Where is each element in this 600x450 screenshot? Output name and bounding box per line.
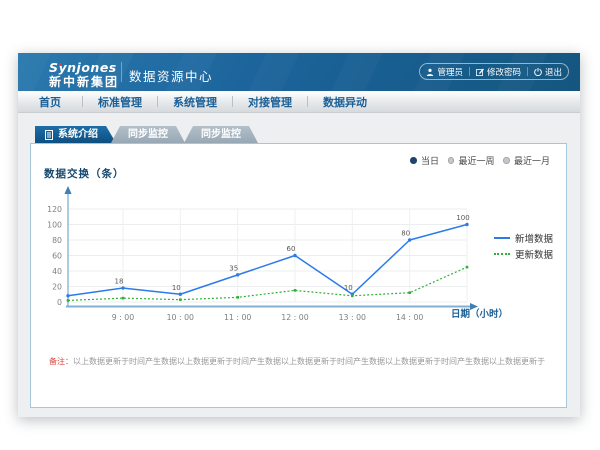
change-password-button[interactable]: 修改密码 bbox=[470, 66, 527, 78]
svg-text:35: 35 bbox=[229, 264, 238, 272]
nav-item-standard-mgmt[interactable]: 标准管理 bbox=[83, 94, 157, 110]
svg-text:0: 0 bbox=[57, 298, 62, 307]
user-menu[interactable]: 管理员 bbox=[420, 66, 469, 78]
tab-bar: 系统介绍 同步监控 同步监控 bbox=[35, 126, 258, 143]
legend-line-dotted-icon bbox=[494, 253, 510, 255]
main-nav: 首页 标准管理 系统管理 对接管理 数据异动 bbox=[18, 91, 580, 113]
svg-text:12 : 00: 12 : 00 bbox=[281, 313, 308, 322]
svg-text:80: 80 bbox=[52, 236, 62, 245]
tab-sync-monitor-1[interactable]: 同步监控 bbox=[111, 126, 185, 143]
chart-legend: 新增数据 更新数据 bbox=[494, 232, 553, 259]
logo-red-dot-icon bbox=[59, 63, 63, 67]
legend-line-solid-icon bbox=[494, 237, 510, 239]
content-area: 系统介绍 同步监控 同步监控 当日 最近一周 最近一月 数据交换 bbox=[18, 113, 580, 417]
logout-button[interactable]: 退出 bbox=[528, 66, 568, 78]
logo-text-cn: 新中新集团 bbox=[49, 76, 119, 90]
legend-item-new-data: 新增数据 bbox=[494, 232, 553, 243]
svg-text:120: 120 bbox=[47, 205, 62, 214]
page-title: 数据资源中心 bbox=[129, 66, 213, 85]
legend-item-update-data: 更新数据 bbox=[494, 248, 553, 259]
user-icon bbox=[426, 68, 434, 76]
company-logo: Synjones 新中新集团 bbox=[49, 58, 119, 90]
svg-text:100: 100 bbox=[456, 214, 469, 222]
svg-text:20: 20 bbox=[52, 282, 62, 291]
logo-text-en: Synjones bbox=[49, 61, 117, 75]
svg-text:11 : 00: 11 : 00 bbox=[224, 313, 251, 322]
nav-item-interface-mgmt[interactable]: 对接管理 bbox=[233, 94, 307, 110]
svg-text:100: 100 bbox=[47, 220, 62, 229]
header-divider bbox=[121, 62, 122, 82]
document-icon bbox=[45, 130, 53, 140]
chart-panel: 当日 最近一周 最近一月 数据交换（条） 0204060801001209 : … bbox=[30, 143, 567, 408]
edit-icon bbox=[476, 68, 484, 76]
tab-system-intro[interactable]: 系统介绍 bbox=[35, 126, 116, 143]
svg-text:9 : 00: 9 : 00 bbox=[112, 313, 135, 322]
app-header: Synjones 新中新集团 数据资源中心 管理员 修改密码 退出 bbox=[18, 53, 580, 91]
svg-text:10 : 00: 10 : 00 bbox=[167, 313, 194, 322]
svg-text:14 : 00: 14 : 00 bbox=[396, 313, 423, 322]
user-toolbar: 管理员 修改密码 退出 bbox=[419, 63, 569, 80]
footnote: 备注：以上数据更新于时间产生数据以上数据更新于时间产生数据以上数据更新于时间产生… bbox=[49, 356, 545, 367]
tab-sync-monitor-2[interactable]: 同步监控 bbox=[184, 126, 258, 143]
svg-text:13 : 00: 13 : 00 bbox=[339, 313, 366, 322]
svg-text:18: 18 bbox=[115, 278, 124, 286]
nav-item-data-change[interactable]: 数据异动 bbox=[308, 94, 382, 110]
x-axis-title: 日期（小时） bbox=[451, 306, 508, 320]
power-icon bbox=[534, 68, 542, 76]
nav-item-home[interactable]: 首页 bbox=[18, 94, 82, 110]
line-chart: 0 20 40 60 80 100 120 9 : 00 10 : 00 11 : 00 12 : … bbox=[31, 144, 566, 407]
svg-text:60: 60 bbox=[287, 245, 296, 253]
nav-item-system-mgmt[interactable]: 系统管理 bbox=[158, 94, 232, 110]
svg-text:40: 40 bbox=[52, 267, 62, 276]
svg-text:10: 10 bbox=[344, 284, 353, 292]
svg-text:10: 10 bbox=[172, 284, 181, 292]
svg-text:80: 80 bbox=[401, 230, 410, 238]
footnote-prefix: 备注： bbox=[49, 357, 73, 366]
app-window: Synjones 新中新集团 数据资源中心 管理员 修改密码 退出 首页 标准管… bbox=[18, 53, 580, 417]
svg-text:60: 60 bbox=[52, 251, 62, 260]
